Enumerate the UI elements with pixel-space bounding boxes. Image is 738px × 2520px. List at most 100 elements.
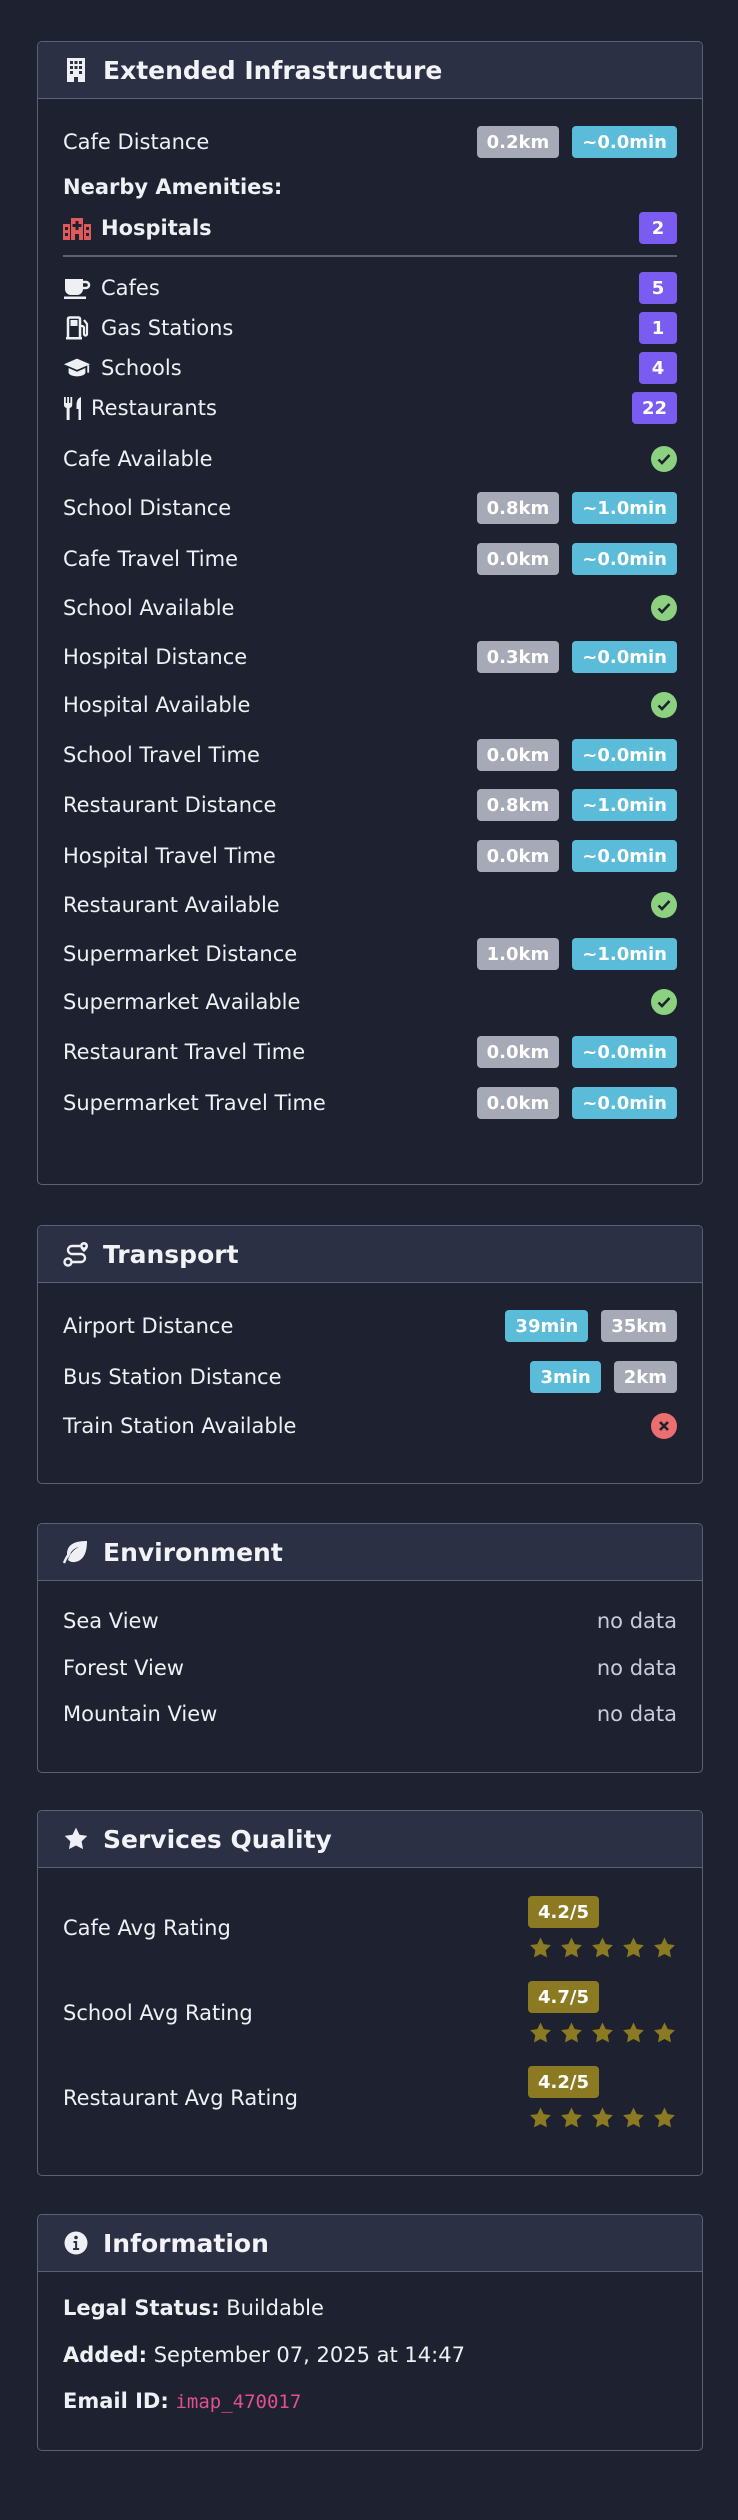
legal-status-line: Legal Status: Buildable [63, 2296, 324, 2320]
time-badge: ~0.0min [572, 1036, 677, 1068]
rating-row: Cafe Avg Rating 4.2/5 [63, 1896, 677, 1960]
star-icon [530, 2107, 551, 2128]
info-row: Supermarket Distance 1.0km ~1.0min [63, 938, 677, 970]
rating-badge: 4.2/5 [528, 1896, 599, 1928]
x-icon [651, 1413, 677, 1439]
star-icon [561, 2022, 582, 2043]
row-label: Forest View [63, 1656, 184, 1680]
amenity-label: Hospitals [101, 216, 212, 240]
email-id-label: Email ID: [63, 2389, 169, 2413]
time-badge: ~1.0min [572, 492, 677, 524]
star-icon [623, 1937, 644, 1958]
distance-badge: 0.0km [476, 840, 560, 872]
count-badge: 1 [639, 312, 677, 344]
info-row: School Distance 0.8km ~1.0min [63, 492, 677, 524]
distance-badge: 0.0km [476, 543, 560, 575]
row-label: Supermarket Distance [63, 942, 298, 966]
check-icon [651, 692, 677, 718]
check-icon [651, 595, 677, 621]
row-label: Restaurant Travel Time [63, 1040, 306, 1064]
row-label: Restaurant Avg Rating [63, 2086, 298, 2110]
time-badge: ~0.0min [572, 543, 677, 575]
distance-badge: 0.8km [476, 492, 560, 524]
card-title: Services Quality [103, 1824, 332, 1854]
count-badge: 2 [639, 212, 677, 244]
info-row: Cafe Available [63, 443, 677, 475]
star-icon [623, 2022, 644, 2043]
row-label: Hospital Distance [63, 645, 248, 669]
star-rating [528, 2021, 677, 2045]
amenity-schools: Schools 4 [63, 352, 677, 384]
row-label: School Available [63, 596, 235, 620]
info-row: School Travel Time 0.0km ~0.0min [63, 739, 677, 771]
row-label: Airport Distance [63, 1314, 234, 1338]
info-row: Restaurant Travel Time 0.0km ~0.0min [63, 1036, 677, 1068]
check-icon [651, 989, 677, 1015]
star-icon [63, 1826, 89, 1852]
row-label: Bus Station Distance [63, 1365, 282, 1389]
card-header: Transport [38, 1226, 702, 1283]
rating-badge: 4.2/5 [528, 2066, 599, 2098]
count-badge: 4 [639, 352, 677, 384]
distance-badge: 0.3km [476, 641, 560, 673]
amenity-cafes: Cafes 5 [63, 272, 677, 304]
building-icon [63, 57, 89, 83]
star-icon [654, 2022, 675, 2043]
info-row: Hospital Available [63, 689, 677, 721]
coffee-cup-icon [63, 275, 91, 301]
email-id-value: imap_470017 [175, 2391, 302, 2413]
extended-infrastructure-card: Extended Infrastructure Cafe Distance 0.… [37, 41, 703, 1185]
bus-distance-row: Bus Station Distance 3min 2km [63, 1361, 677, 1393]
added-value: September 07, 2025 at 14:47 [153, 2343, 465, 2367]
star-rating [528, 1936, 677, 1960]
row-label: Sea View [63, 1609, 159, 1633]
distance-badge: 0.0km [476, 739, 560, 771]
amenity-restaurants: Restaurants 22 [63, 392, 677, 424]
time-badge: ~0.0min [572, 126, 677, 158]
utensils-icon [63, 395, 83, 421]
distance-badge: 2km [613, 1361, 677, 1393]
distance-badge: 0.0km [476, 1087, 560, 1119]
count-badge: 22 [631, 392, 677, 424]
distance-badge: 35km [601, 1310, 677, 1342]
nearby-label: Nearby Amenities: [63, 175, 283, 199]
row-label: Cafe Travel Time [63, 547, 239, 571]
sea-view-row: Sea View no data [63, 1606, 677, 1636]
leaf-icon [63, 1539, 89, 1565]
cafe-distance-row: Cafe Distance 0.2km ~0.0min [63, 126, 677, 158]
card-header: Environment [38, 1524, 702, 1581]
environment-card: Environment Sea View no data Forest View… [37, 1523, 703, 1773]
distance-badge: 0.2km [476, 126, 560, 158]
check-icon [651, 892, 677, 918]
card-title: Environment [103, 1537, 283, 1567]
info-row: Hospital Travel Time 0.0km ~0.0min [63, 840, 677, 872]
row-label: Train Station Available [63, 1414, 297, 1438]
star-icon [592, 1937, 613, 1958]
star-rating [528, 2106, 677, 2130]
mountain-view-row: Mountain View no data [63, 1699, 677, 1729]
info-row: Supermarket Travel Time 0.0km ~0.0min [63, 1087, 677, 1119]
card-title: Information [103, 2228, 269, 2258]
star-icon [530, 1937, 551, 1958]
row-label: Hospital Available [63, 693, 251, 717]
star-icon [592, 2107, 613, 2128]
info-circle-icon [63, 2230, 89, 2256]
information-card: Information Legal Status: Buildable Adde… [37, 2214, 703, 2451]
check-icon [651, 446, 677, 472]
train-available-row: Train Station Available [63, 1410, 677, 1442]
added-line: Added: September 07, 2025 at 14:47 [63, 2343, 465, 2367]
hospital-icon [63, 215, 91, 241]
card-header: Extended Infrastructure [38, 42, 702, 99]
distance-badge: 1.0km [476, 938, 560, 970]
graduation-cap-icon [63, 355, 91, 381]
amenities-divider [63, 255, 677, 257]
row-label: Supermarket Travel Time [63, 1091, 326, 1115]
row-label: School Avg Rating [63, 2001, 253, 2025]
route-icon [63, 1241, 89, 1267]
rating-row: Restaurant Avg Rating 4.2/5 [63, 2066, 677, 2130]
row-label: Restaurant Distance [63, 793, 277, 817]
time-badge: 3min [530, 1361, 601, 1393]
row-value: no data [596, 1702, 677, 1726]
amenity-label: Schools [101, 356, 182, 380]
row-label: Cafe Avg Rating [63, 1916, 231, 1940]
